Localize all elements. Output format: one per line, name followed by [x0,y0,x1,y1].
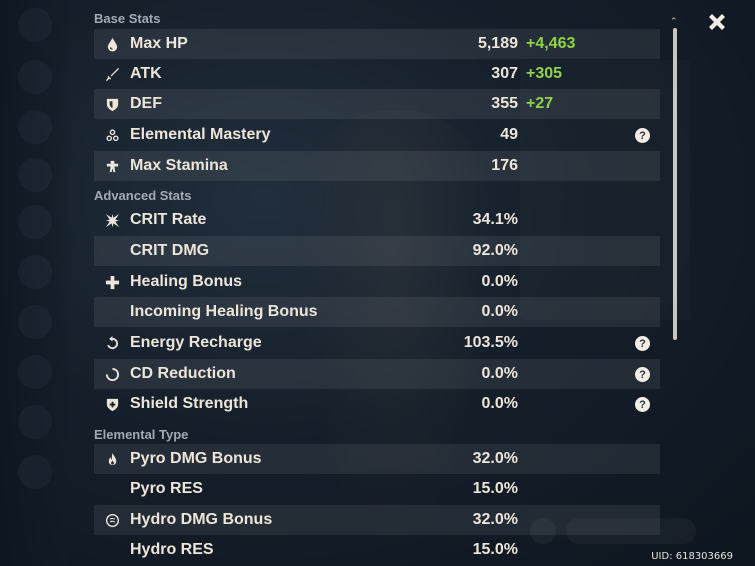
stat-base-value: 32.0% [472,450,518,467]
stat-base-value: 34.1% [472,211,518,228]
stat-row-max-hp: Max HP 5,189 +4,463 [94,29,660,59]
stat-row-max-stamina: Max Stamina 176 [94,151,660,181]
stat-row-hydro-res: Hydro RES 15.0% [94,535,660,565]
mastery-icon [94,120,130,150]
stat-row-cd-reduction: CD Reduction 0.0% ? [94,359,660,389]
stat-label: Hydro RES [130,541,214,558]
stat-row-hydro-dmg-bonus: Hydro DMG Bonus 32.0% [94,505,660,535]
stat-row-def: DEF 355 +27 [94,89,660,119]
stat-label: DEF [130,95,162,112]
hydro-icon [94,505,130,535]
stat-base-value: 49 [500,126,518,143]
stats-details-list: Base Stats Max HP 5,189 +4,463 ATK 307 +… [94,0,662,566]
stat-row-shield-strength: Shield Strength 0.0% ? [94,389,660,419]
stat-base-value: 0.0% [481,395,518,412]
close-button[interactable] [704,11,730,37]
stat-base-value: 307 [491,65,518,82]
shield-icon [94,89,130,119]
stat-label: CD Reduction [130,365,236,382]
hp-drop-icon [94,29,130,59]
stamina-icon [94,151,130,181]
stat-row-pyro-res: Pyro RES 15.0% [94,474,660,504]
stat-base-value: 5,189 [477,35,518,52]
section-title-base-stats: Base Stats [94,11,161,26]
stat-label: CRIT Rate [130,211,207,228]
crit-icon [94,205,130,235]
help-icon[interactable]: ? [635,397,650,412]
stat-label: Max Stamina [130,157,228,174]
stat-row-elemental-mastery: Elemental Mastery 49 ? [94,120,660,150]
stat-bonus-value: +27 [526,95,554,112]
sword-icon [94,59,130,89]
cooldown-icon [94,359,130,389]
stat-base-value: 0.0% [481,365,518,382]
close-icon [706,11,728,38]
stat-row-atk: ATK 307 +305 [94,59,660,89]
stat-label: Pyro DMG Bonus [130,450,262,467]
uid-label: UID: 618303669 [651,551,733,562]
stat-label: Shield Strength [130,395,249,412]
stat-row-energy-recharge: Energy Recharge 103.5% ? [94,328,660,358]
stat-label: Hydro DMG Bonus [130,511,273,528]
stat-base-value: 176 [491,157,518,174]
help-icon[interactable]: ? [635,336,650,351]
help-icon[interactable]: ? [635,367,650,382]
stat-row-healing-bonus: Healing Bonus 0.0% [94,267,660,297]
stat-label: Energy Recharge [130,334,262,351]
stat-bonus-value: +305 [526,65,563,82]
stat-label: Pyro RES [130,480,203,497]
shield-strength-icon [94,389,130,419]
stat-label: Incoming Healing Bonus [130,303,318,320]
pyro-icon [94,444,130,474]
section-title-elemental-type: Elemental Type [94,427,189,442]
stat-base-value: 92.0% [472,242,518,259]
stat-base-value: 355 [491,95,518,112]
stat-base-value: 0.0% [481,303,518,320]
stat-label: ATK [130,65,162,82]
stat-label: CRIT DMG [130,242,210,259]
stat-row-crit-rate: CRIT Rate 34.1% [94,205,660,235]
stat-base-value: 103.5% [463,334,518,351]
recharge-icon [94,328,130,358]
stat-base-value: 0.0% [481,273,518,290]
scrollbar[interactable] [673,28,677,340]
stat-label: Max HP [130,35,188,52]
help-icon[interactable]: ? [635,128,650,143]
stat-label: Healing Bonus [130,273,243,290]
scroll-up-arrow-icon[interactable]: ⌃ [670,16,678,27]
stat-base-value: 15.0% [472,480,518,497]
stat-bonus-value: +4,463 [526,35,576,52]
cross-icon [94,267,130,297]
stat-base-value: 15.0% [472,541,518,558]
stat-base-value: 32.0% [472,511,518,528]
stat-label: Elemental Mastery [130,126,271,143]
section-title-advanced-stats: Advanced Stats [94,188,192,203]
stat-row-incoming-healing-bonus: Incoming Healing Bonus 0.0% [94,297,660,327]
stat-row-crit-dmg: CRIT DMG 92.0% [94,236,660,266]
stat-row-pyro-dmg-bonus: Pyro DMG Bonus 32.0% [94,444,660,474]
